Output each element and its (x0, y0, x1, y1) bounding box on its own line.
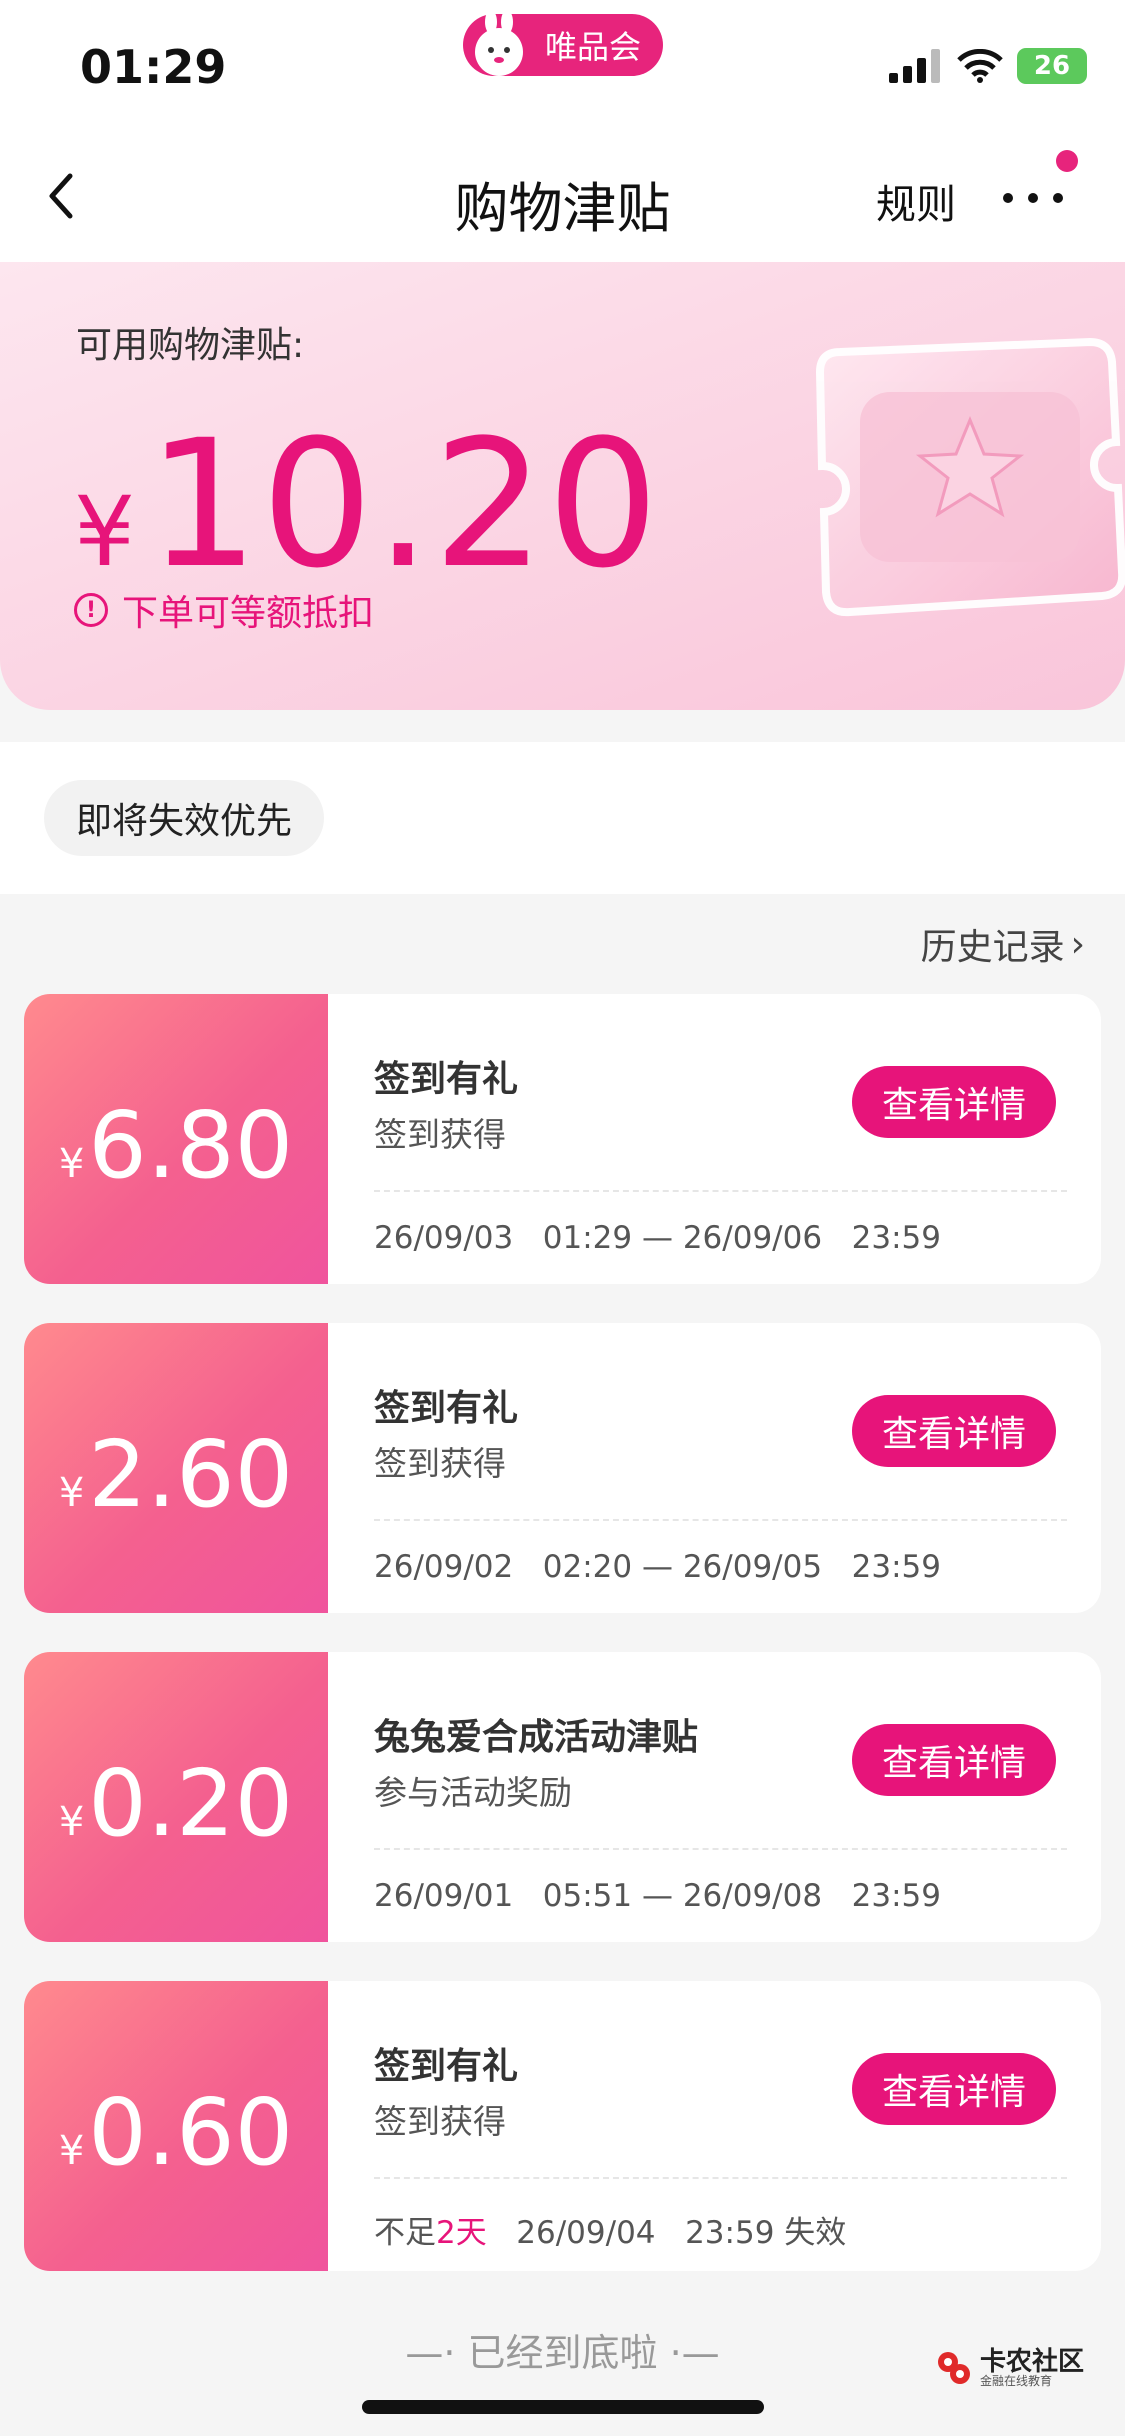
mascot-icon (475, 10, 523, 76)
battery-level: 26 (1033, 51, 1071, 81)
watermark-title: 卡农社区 (980, 2347, 1085, 2377)
card-amount: 0.60 (88, 2079, 294, 2186)
card-validity: 26/09/02 02:20 — 26/09/05 23:59 (374, 1549, 941, 1585)
history-link[interactable]: 历史记录 › (921, 918, 1085, 970)
watermark-subtitle: 金融在线教育 (980, 2374, 1053, 2388)
page-title: 购物津贴 (454, 177, 671, 240)
subsidy-card[interactable]: ¥ 0.20 兔兔爱合成活动津贴 参与活动奖励 查看详情 26/09/01 05… (24, 1652, 1101, 1942)
view-details-button[interactable]: 查看详情 (852, 1395, 1056, 1467)
card-divider (374, 1190, 1067, 1192)
card-amount-panel: ¥ 2.60 (24, 1323, 328, 1613)
card-amount: 0.20 (88, 1750, 294, 1857)
info-icon: ! (74, 593, 108, 627)
card-subtitle: 签到获得 (374, 1444, 506, 1483)
balance-tip: ! 下单可等额抵扣 (74, 584, 374, 636)
balance-hero: 可用购物津贴: ¥ 10.20 ! 下单可等额抵扣 (0, 262, 1125, 710)
sort-expiring-first-chip[interactable]: 即将失效优先 (44, 780, 325, 856)
signal-icon (889, 49, 940, 83)
subsidy-card[interactable]: ¥ 2.60 签到有礼 签到获得 查看详情 26/09/02 02:20 — 2… (24, 1323, 1101, 1613)
app-name: 唯品会 (544, 28, 641, 66)
card-title: 签到有礼 (374, 2046, 519, 2087)
view-details-button[interactable]: 查看详情 (852, 1066, 1056, 1138)
card-divider (374, 1848, 1067, 1850)
balance-label: 可用购物津贴: (76, 325, 305, 366)
card-currency: ¥ (58, 1470, 85, 1516)
card-divider (374, 1519, 1067, 1521)
wifi-icon (957, 49, 1003, 83)
ticket-star-icon (815, 337, 1125, 617)
card-validity: 26/09/03 01:29 — 26/09/06 23:59 (374, 1220, 941, 1256)
card-validity: 不足2天 26/09/04 23:59 失效 (374, 2207, 846, 2252)
card-validity: 26/09/01 05:51 — 26/09/08 23:59 (374, 1878, 941, 1914)
card-subtitle: 参与活动奖励 (374, 1773, 572, 1812)
chevron-right-icon: › (1070, 923, 1085, 965)
app-indicator-pill[interactable]: 唯品会 (463, 10, 663, 76)
battery-icon: 26 (1017, 48, 1087, 84)
status-icons: 26 (889, 48, 1087, 84)
expire-days: 2天 (436, 2215, 487, 2251)
card-currency: ¥ (58, 2128, 85, 2174)
currency-symbol: ¥ (74, 476, 136, 588)
view-details-button[interactable]: 查看详情 (852, 2053, 1056, 2125)
card-amount-panel: ¥ 0.20 (24, 1652, 328, 1942)
card-divider (374, 2177, 1067, 2179)
card-title: 签到有礼 (374, 1388, 519, 1429)
subsidy-card[interactable]: ¥ 6.80 签到有礼 签到获得 查看详情 26/09/03 01:29 — 2… (24, 994, 1101, 1284)
filter-bar: 即将失效优先 (0, 742, 1125, 894)
more-options-icon[interactable] (998, 178, 1068, 218)
rules-link[interactable]: 规则 (876, 172, 956, 230)
balance-value: 10.20 (147, 402, 661, 607)
watermark: 卡农社区 金融在线教育 (934, 2348, 1084, 2388)
history-label: 历史记录 (920, 927, 1065, 968)
nav-bar: 购物津贴 规则 (0, 130, 1125, 262)
card-amount: 2.60 (88, 1421, 294, 1528)
card-subtitle: 签到获得 (374, 1115, 506, 1154)
card-amount-panel: ¥ 0.60 (24, 1981, 328, 2271)
status-bar: 01:29 唯品会 26 (0, 0, 1125, 130)
expire-suffix: 26/09/04 23:59 失效 (486, 2215, 847, 2251)
card-amount-panel: ¥ 6.80 (24, 994, 328, 1284)
card-subtitle: 签到获得 (374, 2102, 506, 2141)
watermark-logo-icon (938, 2352, 970, 2384)
balance-tip-text: 下单可等额抵扣 (122, 593, 375, 634)
subsidy-card[interactable]: ¥ 0.60 签到有礼 签到获得 查看详情 不足2天 26/09/04 23:5… (24, 1981, 1101, 2271)
home-indicator[interactable] (362, 2400, 764, 2414)
card-currency: ¥ (58, 1141, 85, 1187)
watermark-text: 卡农社区 金融在线教育 (980, 2349, 1084, 2387)
card-currency: ¥ (58, 1799, 85, 1845)
card-title: 兔兔爱合成活动津贴 (374, 1717, 699, 1758)
balance-amount: ¥ 10.20 (74, 402, 661, 607)
notification-dot (1056, 150, 1078, 172)
expire-prefix: 不足 (374, 2215, 436, 2251)
status-time: 01:29 (80, 40, 227, 94)
card-title: 签到有礼 (374, 1059, 519, 1100)
card-amount: 6.80 (88, 1092, 294, 1199)
view-details-button[interactable]: 查看详情 (852, 1724, 1056, 1796)
